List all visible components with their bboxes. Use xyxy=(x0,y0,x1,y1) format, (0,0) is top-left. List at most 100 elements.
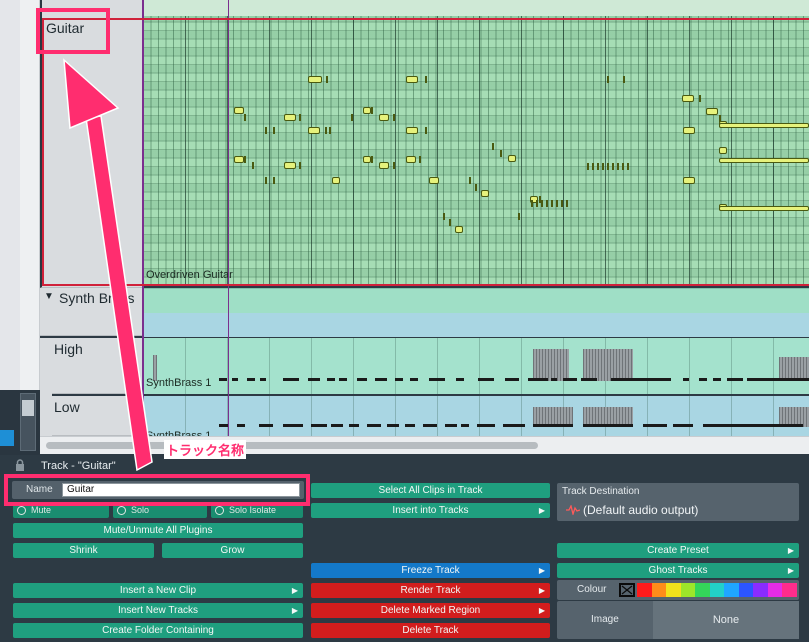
midi-note[interactable] xyxy=(265,127,267,134)
midi-note-long[interactable] xyxy=(719,123,809,128)
note-segment[interactable] xyxy=(581,378,597,381)
midi-note[interactable] xyxy=(234,156,244,163)
note-segment[interactable] xyxy=(747,378,809,381)
note-segment[interactable] xyxy=(563,378,577,381)
midi-note-long[interactable] xyxy=(719,158,809,163)
left-blue-indicator[interactable] xyxy=(0,430,14,446)
midi-note[interactable] xyxy=(244,114,246,121)
note-segment[interactable] xyxy=(283,424,303,427)
delete-marked-region-button[interactable]: Delete Marked Region ▶ xyxy=(311,603,550,618)
note-segment[interactable] xyxy=(673,424,693,427)
note-segment[interactable] xyxy=(311,424,327,427)
freeze-track-button[interactable]: Freeze Track ▶ xyxy=(311,563,550,578)
midi-note[interactable] xyxy=(508,155,516,162)
image-value-button[interactable]: None xyxy=(653,601,799,639)
midi-note[interactable] xyxy=(518,213,520,220)
note-segment[interactable] xyxy=(643,424,667,427)
midi-note[interactable] xyxy=(612,163,614,170)
note-segment[interactable] xyxy=(533,424,573,427)
track-header-guitar[interactable]: Guitar xyxy=(40,0,143,288)
midi-note[interactable] xyxy=(332,177,340,184)
midi-note[interactable] xyxy=(325,127,327,134)
midi-note[interactable] xyxy=(273,177,275,184)
midi-note[interactable] xyxy=(683,177,695,184)
midi-note[interactable] xyxy=(429,177,439,184)
lane-header-low[interactable]: Low xyxy=(52,396,143,436)
note-segment[interactable] xyxy=(583,424,633,427)
midi-note[interactable] xyxy=(623,76,625,83)
midi-note[interactable] xyxy=(299,162,301,169)
note-segment[interactable] xyxy=(505,378,519,381)
midi-clip-overdriven-guitar[interactable] xyxy=(143,16,809,286)
midi-note[interactable] xyxy=(265,177,267,184)
horizontal-scrollbar[interactable] xyxy=(40,436,809,454)
select-all-clips-button[interactable]: Select All Clips in Track xyxy=(311,483,550,498)
midi-note[interactable] xyxy=(469,177,471,184)
note-segment[interactable] xyxy=(683,378,689,381)
midi-note[interactable] xyxy=(308,127,320,134)
note-segment[interactable] xyxy=(339,378,347,381)
midi-note[interactable] xyxy=(371,107,373,114)
midi-note[interactable] xyxy=(492,143,494,150)
note-segment[interactable] xyxy=(247,378,255,381)
note-segment[interactable] xyxy=(308,378,320,381)
midi-note[interactable] xyxy=(284,162,296,169)
note-segment[interactable] xyxy=(367,424,381,427)
colour-swatch[interactable] xyxy=(695,583,710,597)
midi-note[interactable] xyxy=(682,95,694,102)
note-segment[interactable] xyxy=(410,378,418,381)
fader-knob[interactable] xyxy=(22,400,34,416)
no-colour-swatch[interactable] xyxy=(619,583,635,597)
midi-note[interactable] xyxy=(326,76,328,83)
note-segment[interactable] xyxy=(357,378,367,381)
colour-swatch[interactable] xyxy=(724,583,739,597)
track-header-synth-brass[interactable]: ▼ Synth Brass xyxy=(40,288,143,336)
loop-start-marker[interactable] xyxy=(142,0,144,436)
collapse-triangle-icon[interactable]: ▼ xyxy=(44,291,54,302)
lane-low-clip-area[interactable]: SynthBrass 1 xyxy=(143,396,809,442)
midi-note[interactable] xyxy=(602,163,604,170)
timeline-ruler[interactable] xyxy=(143,0,809,16)
midi-note[interactable] xyxy=(622,163,624,170)
midi-note[interactable] xyxy=(419,156,421,163)
midi-note[interactable] xyxy=(551,200,553,207)
midi-note[interactable] xyxy=(273,127,275,134)
midi-note[interactable] xyxy=(597,163,599,170)
create-preset-button[interactable]: Create Preset ▶ xyxy=(557,543,799,558)
note-segment[interactable] xyxy=(395,378,403,381)
note-segment[interactable] xyxy=(713,378,721,381)
note-segment[interactable] xyxy=(387,424,399,427)
midi-note[interactable] xyxy=(363,107,371,114)
midi-note[interactable] xyxy=(425,76,427,83)
shrink-button[interactable]: Shrink xyxy=(13,543,154,558)
colour-swatch[interactable] xyxy=(738,583,754,597)
note-segment[interactable] xyxy=(699,378,707,381)
mute-unmute-plugins-button[interactable]: Mute/Unmute All Plugins xyxy=(13,523,303,538)
midi-note[interactable] xyxy=(284,114,296,121)
midi-note[interactable] xyxy=(449,219,451,226)
note-segment[interactable] xyxy=(477,424,495,427)
midi-note[interactable] xyxy=(406,156,416,163)
midi-note[interactable] xyxy=(531,200,533,207)
midi-note[interactable] xyxy=(329,127,331,134)
colour-swatch[interactable] xyxy=(651,583,667,597)
midi-note[interactable] xyxy=(406,76,418,83)
note-segment[interactable] xyxy=(259,424,273,427)
midi-note[interactable] xyxy=(719,147,727,154)
midi-note[interactable] xyxy=(683,127,695,134)
create-folder-button[interactable]: Create Folder Containing xyxy=(13,623,303,638)
note-segment[interactable] xyxy=(611,378,671,381)
midi-note[interactable] xyxy=(252,162,254,169)
midi-note[interactable] xyxy=(425,127,427,134)
lane-header-high[interactable]: High xyxy=(52,338,143,394)
midi-note[interactable] xyxy=(481,190,489,197)
midi-note[interactable] xyxy=(379,114,389,121)
note-segment[interactable] xyxy=(283,378,299,381)
midi-note[interactable] xyxy=(371,156,373,163)
colour-swatch[interactable] xyxy=(637,583,652,597)
lock-icon[interactable] xyxy=(14,459,26,471)
midi-note[interactable] xyxy=(379,162,389,169)
note-segment[interactable] xyxy=(327,378,335,381)
note-segment[interactable] xyxy=(260,378,266,381)
midi-note[interactable] xyxy=(351,114,353,121)
